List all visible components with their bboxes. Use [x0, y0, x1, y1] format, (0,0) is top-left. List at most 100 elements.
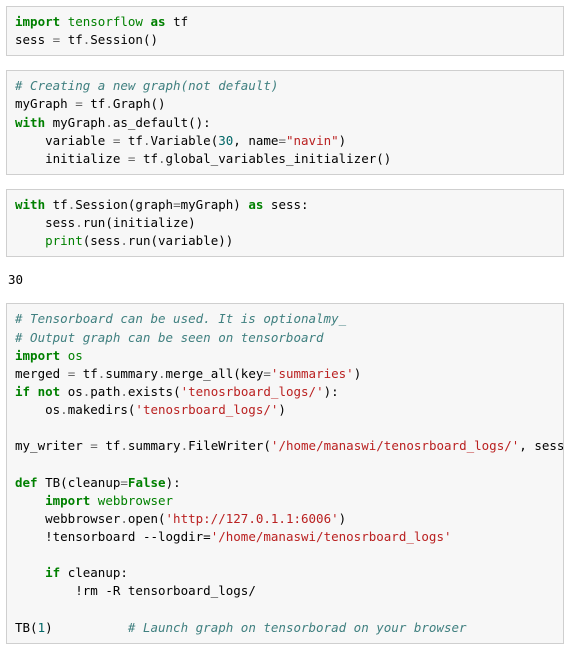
alias-tf: tf [173, 14, 188, 29]
op-dot: . [181, 438, 189, 453]
kw-with: with [15, 197, 45, 212]
tok: tf [135, 151, 158, 166]
kw-def: def [15, 475, 38, 490]
output-cell-3: 30 [6, 271, 564, 289]
str-path: '/home/manaswi/tenosrboard_logs/' [271, 438, 519, 453]
tok: summary [105, 366, 158, 381]
tok: rm -R tensorboard_logs/ [83, 583, 256, 598]
tok: tf [75, 366, 98, 381]
tok: as_default(): [113, 115, 211, 130]
kw-if: if [15, 384, 30, 399]
tok: run(variable)) [128, 233, 233, 248]
mod-webbrowser: webbrowser [98, 493, 173, 508]
tok: tf [120, 133, 143, 148]
kw-import: import [45, 493, 90, 508]
tok: makedirs( [68, 402, 136, 417]
tok: merged [15, 366, 68, 381]
kw-as: as [248, 197, 263, 212]
str-url: 'http://127.0.1.1:6006' [166, 511, 339, 526]
op-dot: . [120, 384, 128, 399]
op-dot: . [105, 115, 113, 130]
tok: tf [45, 197, 68, 212]
op-dot: . [60, 402, 68, 417]
op-dot: . [120, 233, 128, 248]
op-eq: = [75, 96, 83, 111]
op-dot: . [158, 366, 166, 381]
kw-if: if [45, 565, 60, 580]
tok: (sess [83, 233, 121, 248]
mod-tf: tensorflow [68, 14, 143, 29]
comment: # Tensorboard can be used. It is optiona… [15, 311, 346, 326]
kw-false: False [128, 475, 166, 490]
tok: myGraph [45, 115, 105, 130]
tok [15, 493, 45, 508]
tok: ): [324, 384, 339, 399]
tok: variable [15, 133, 113, 148]
tok: FileWriter( [188, 438, 271, 453]
fn-tb: TB [45, 475, 60, 490]
tok: cleanup: [60, 565, 128, 580]
tok: tf [98, 438, 121, 453]
tok: merge_all(key [166, 366, 264, 381]
tok: Session(graph [75, 197, 173, 212]
tok [15, 565, 45, 580]
comment: # Output graph can be seen on tensorboar… [15, 330, 324, 345]
kw-import: import [15, 14, 60, 29]
tok: ) [339, 511, 347, 526]
tok: global_variables_initializer() [166, 151, 392, 166]
tok: path [90, 384, 120, 399]
kw-with: with [15, 115, 45, 130]
kw-as: as [150, 14, 165, 29]
magic-bang: ! [45, 529, 53, 544]
str-navin: "navin" [286, 133, 339, 148]
op-eq: = [120, 475, 128, 490]
tok: open( [128, 511, 166, 526]
tok: ) [278, 402, 286, 417]
op-dot: . [75, 215, 83, 230]
kw-import: import [15, 348, 60, 363]
tok: tensorboard --logdir= [53, 529, 211, 544]
magic-bang: ! [75, 583, 83, 598]
str-logs: 'tenosrboard_logs/' [181, 384, 324, 399]
str-logdir: '/home/manaswi/tenosrboard_logs' [211, 529, 452, 544]
tok: Session() [90, 32, 158, 47]
tok [15, 583, 75, 598]
str-logs: 'tenosrboard_logs/' [135, 402, 278, 417]
tok: sess: [263, 197, 308, 212]
num-30: 30 [218, 133, 233, 148]
tok: Variable( [150, 133, 218, 148]
tok: myGraph [15, 96, 75, 111]
tok: os [15, 402, 60, 417]
op-dot: . [120, 438, 128, 453]
tok: Graph() [113, 96, 166, 111]
tok: tf [60, 32, 83, 47]
mod-os: os [68, 348, 83, 363]
op-dot: . [158, 151, 166, 166]
code-cell-1: import tensorflow as tf sess = tf.Sessio… [6, 6, 564, 56]
tok: run(initialize) [83, 215, 196, 230]
kw-not: not [38, 384, 61, 399]
code-cell-4: # Tensorboard can be used. It is optiona… [6, 303, 564, 643]
tok: , name [233, 133, 278, 148]
comment: # Creating a new graph(not default) [15, 78, 278, 93]
op-eq: = [278, 133, 286, 148]
tok: os [60, 384, 83, 399]
tok: my_writer [15, 438, 90, 453]
tok: , sess [519, 438, 564, 453]
code-cell-3: with tf.Session(graph=myGraph) as sess: … [6, 189, 564, 257]
op-eq: = [263, 366, 271, 381]
op-dot: . [105, 96, 113, 111]
comment: # Launch graph on tensorborad on your br… [128, 620, 467, 635]
tok: tf [83, 96, 106, 111]
num-1: 1 [38, 620, 46, 635]
str-summaries: 'summaries' [271, 366, 354, 381]
tok: myGraph) [181, 197, 249, 212]
tok: ) [354, 366, 362, 381]
tok: webbrowser [15, 511, 120, 526]
code-cell-2: # Creating a new graph(not default) myGr… [6, 70, 564, 175]
tok: ): [166, 475, 181, 490]
tok: (cleanup [60, 475, 120, 490]
tok: initialize [15, 151, 128, 166]
tok [15, 529, 45, 544]
op-eq: = [90, 438, 98, 453]
